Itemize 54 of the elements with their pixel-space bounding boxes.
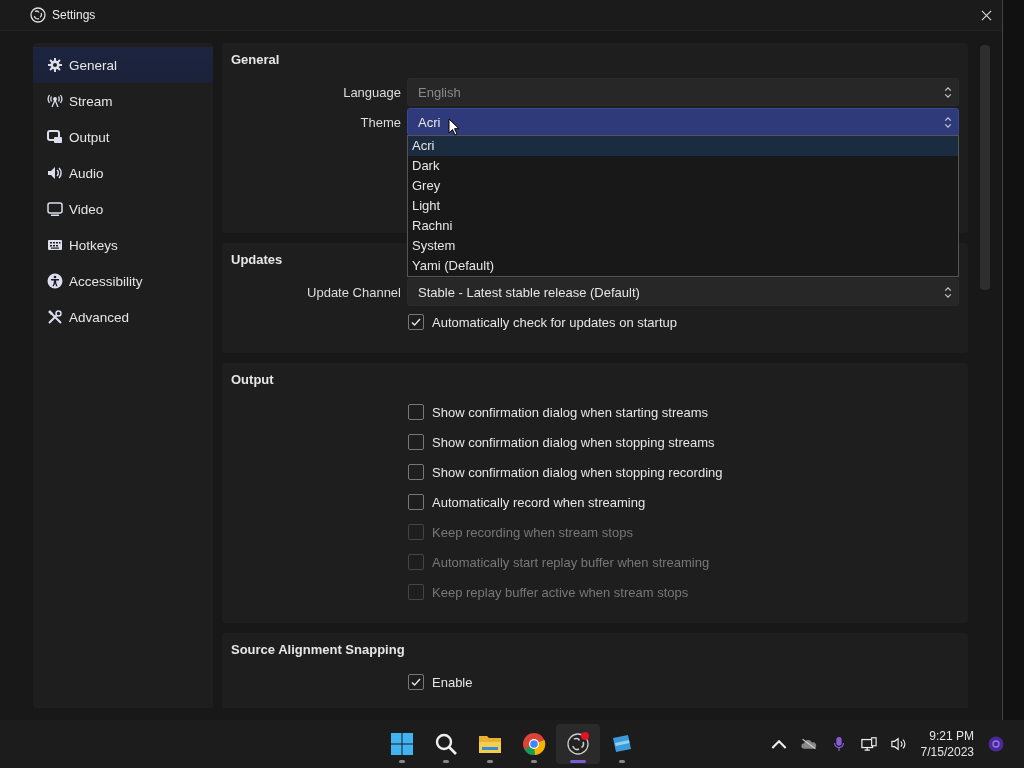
speaker-icon[interactable] [890,736,907,752]
dropdown-option[interactable]: Light [408,196,958,216]
checkbox[interactable]: Automatically record when streaming [408,494,646,510]
sidebar-item[interactable]: Hotkeys [33,227,213,263]
section-title: Updates [231,251,283,269]
sidebar-item[interactable]: Video [33,191,213,227]
network-icon[interactable] [860,736,877,752]
monitor-icon [47,201,63,217]
checkmark-icon [410,316,422,328]
sidebar-item[interactable]: Advanced [33,299,213,335]
field-label: Theme [359,114,401,130]
dropdown-option[interactable]: Acri [408,136,958,156]
checkbox[interactable]: Enable [408,674,473,690]
checkbox[interactable]: Show confirmation dialog when stopping streams [408,434,715,450]
sidebar-item[interactable]: Accessibility [33,263,213,299]
checkbox[interactable]: Show confirmation dialog when stopping recording [408,464,723,480]
speaker-icon [47,165,63,181]
mouse-cursor-icon [448,118,460,136]
checkbox[interactable]: Show confirmation dialog when starting streams [408,404,709,420]
clock-time[interactable]: 9:21 PM [929,728,974,744]
checkbox[interactable]: Automatically check for updates on startup [408,314,677,330]
tools-icon [47,309,63,325]
sidebar-item[interactable]: Stream [33,83,213,119]
app-logo-icon [30,7,46,23]
sidebar-item[interactable]: General [33,47,213,83]
dropdown-field[interactable]: Stable - Latest stable release (Default) [407,278,959,306]
cloud-icon[interactable] [800,736,817,752]
dropdown-option[interactable]: Rachni [408,216,958,236]
gear-icon [47,57,63,73]
window-title: Settings [52,8,96,22]
dropdown-field[interactable]: Acri [407,108,959,136]
dropdown-option[interactable]: Yami (Default) [408,256,958,276]
sidebar-item[interactable]: Audio [33,155,213,191]
output-icon [47,129,63,145]
dropdown-option[interactable]: Dark [408,156,958,176]
field-label: Update Channel [306,284,401,300]
section-title: Output [231,371,274,389]
field-label: Language [342,84,401,100]
antenna-icon [47,93,63,109]
clock-date[interactable]: 7/15/2023 [920,744,974,760]
spinner-arrows-icon [944,85,952,99]
notification-icon[interactable] [988,736,1004,752]
section-title: General [231,51,280,69]
keyboard-icon [47,237,63,253]
dropdown-option[interactable]: System [408,236,958,256]
close-icon[interactable] [981,9,992,21]
dropdown-option[interactable]: Grey [408,176,958,196]
section-title: Source Alignment Snapping [231,641,405,659]
accessibility-icon [47,273,63,289]
spinner-arrows-icon [944,285,952,299]
sidebar-item[interactable]: Output [33,119,213,155]
spinner-arrows-icon [944,115,952,129]
obs-icon[interactable] [556,724,600,764]
checkmark-icon [410,676,422,688]
